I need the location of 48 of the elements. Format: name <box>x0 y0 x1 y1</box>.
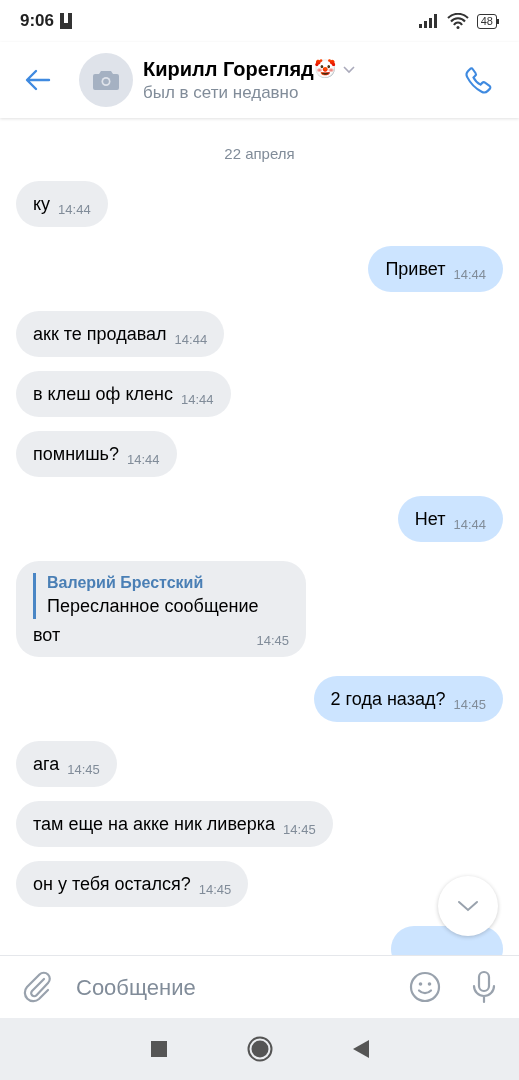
message-text: акк те продавал <box>33 322 167 346</box>
emoji-icon[interactable] <box>409 971 441 1003</box>
message-time: 14:44 <box>453 265 486 284</box>
battery-indicator: 48 <box>476 13 499 29</box>
message-text: 2 года назад? <box>330 687 446 711</box>
message-text: помнишь? <box>33 442 119 466</box>
microphone-icon[interactable] <box>471 970 497 1004</box>
message-time: 14:44 <box>453 515 486 534</box>
date-separator: 22 апреля <box>224 144 295 164</box>
message-text: в клеш оф кленс <box>33 382 173 406</box>
message-time: 14:45 <box>256 632 289 650</box>
message-time: 14:45 <box>67 760 100 779</box>
message-input[interactable]: Сообщение <box>76 970 409 1004</box>
message-time: 14:45 <box>198 880 232 899</box>
message-time: 14:44 <box>58 200 91 219</box>
scroll-down-button[interactable] <box>438 876 498 936</box>
home-icon[interactable] <box>246 1036 273 1062</box>
message-text: ку <box>33 192 51 216</box>
message-time: 14:44 <box>174 330 208 349</box>
message-text: Нет <box>414 507 446 531</box>
status-time: 9:06 <box>20 10 55 33</box>
signal-icon <box>418 14 439 28</box>
message-time: 14:44 <box>126 450 160 469</box>
forwarded-message[interactable]: Валерий Брестский Пересланное сообщение <box>33 572 289 619</box>
phone-icon <box>464 65 494 95</box>
forward-author[interactable]: Валерий Брестский <box>47 572 289 593</box>
back-icon[interactable] <box>352 1040 369 1058</box>
avatar[interactable] <box>79 53 133 107</box>
wifi-icon <box>446 13 469 29</box>
message-time: 14:44 <box>180 390 214 409</box>
message-time: 14:45 <box>453 695 486 714</box>
message-text: вот <box>33 623 61 647</box>
clown-emoji: 🤡 <box>313 58 336 80</box>
message-text: он у тебя остался? <box>33 872 191 896</box>
contact-name[interactable]: Кирилл Горегляд <box>143 56 314 82</box>
sim-icon <box>60 13 73 29</box>
contact-status: был в сети недавно <box>143 82 300 104</box>
message-text: ага <box>33 752 60 776</box>
arrow-left-icon <box>25 69 51 91</box>
message-text: там еще на акке ник ливерка <box>33 812 276 836</box>
forwarded-text: Пересланное сообщение <box>47 594 260 618</box>
chevron-down-icon[interactable] <box>341 64 356 74</box>
message-time: 14:45 <box>283 820 316 839</box>
message-text: Привет <box>385 257 446 281</box>
attachment-icon[interactable] <box>22 971 52 1003</box>
chevron-down-icon <box>456 899 480 913</box>
camera-icon <box>92 69 120 91</box>
recents-icon[interactable] <box>150 1041 167 1057</box>
